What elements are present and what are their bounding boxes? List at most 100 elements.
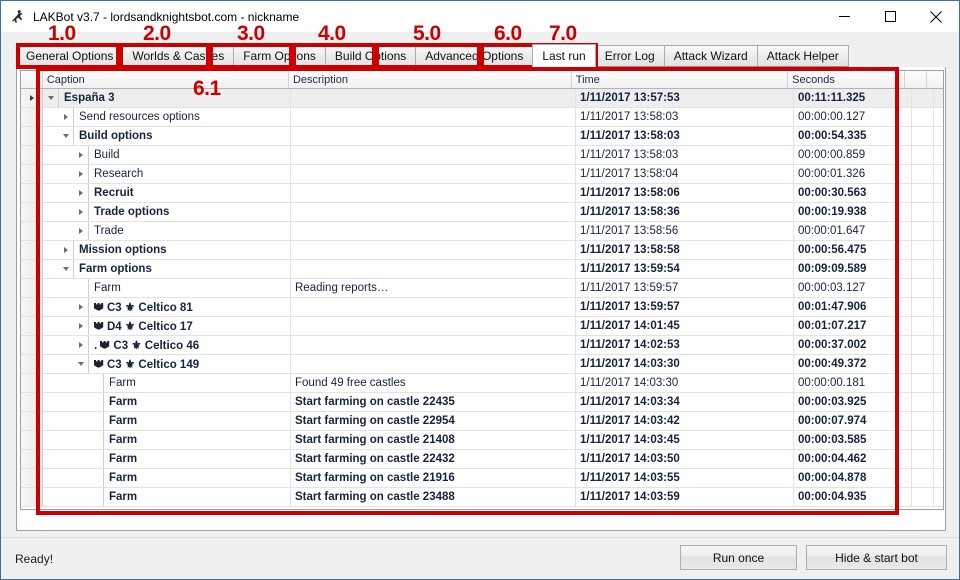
cell-time[interactable]: 1/11/2017 13:59:54 — [576, 260, 794, 279]
table-row[interactable]: Farm Start farming on castle 22954 1/11/20… — [21, 412, 943, 431]
tab-advanced-options[interactable]: Advanced Options — [415, 45, 534, 67]
cell-caption[interactable]: Build — [43, 146, 291, 165]
cell-description[interactable] — [291, 336, 576, 355]
cell-seconds[interactable]: 00:00:19.938 — [794, 203, 912, 222]
table-row[interactable]: Build options 1/11/2017 13:58:03 00:00:54.… — [21, 127, 943, 146]
cell-description[interactable] — [291, 260, 576, 279]
cell-time[interactable]: 1/11/2017 13:58:03 — [576, 146, 794, 165]
cell-time[interactable]: 1/11/2017 13:58:58 — [576, 241, 794, 260]
header-seconds[interactable]: Seconds — [788, 71, 906, 88]
tab-error-log[interactable]: Error Log — [594, 45, 665, 67]
log-tree-grid[interactable]: Caption Description Time Seconds España … — [20, 70, 944, 510]
cell-description[interactable] — [291, 146, 576, 165]
expand-toggle-icon[interactable] — [58, 241, 73, 259]
table-row[interactable]: Farm Start farming on castle 21916 1/11/20… — [21, 469, 943, 488]
cell-seconds[interactable]: 00:00:04.878 — [794, 469, 912, 488]
cell-caption[interactable]: Farm — [43, 469, 291, 488]
expand-toggle-icon[interactable] — [73, 222, 88, 240]
cell-time[interactable]: 1/11/2017 14:03:42 — [576, 412, 794, 431]
collapse-toggle-icon[interactable] — [43, 89, 58, 107]
maximize-button[interactable] — [867, 1, 913, 32]
expand-toggle-icon[interactable] — [73, 336, 88, 354]
cell-seconds[interactable]: 00:00:37.002 — [794, 336, 912, 355]
cell-time[interactable]: 1/11/2017 14:03:30 — [576, 355, 794, 374]
cell-description[interactable] — [291, 298, 576, 317]
cell-caption[interactable]: Farm — [43, 488, 291, 507]
cell-description[interactable] — [291, 184, 576, 203]
minimize-button[interactable] — [821, 1, 867, 32]
cell-description[interactable] — [291, 89, 576, 108]
cell-description[interactable] — [291, 317, 576, 336]
cell-seconds[interactable]: 00:09:09.589 — [794, 260, 912, 279]
row-indicator[interactable] — [21, 298, 43, 317]
tab-worlds-castles[interactable]: Worlds & Castles — [122, 45, 235, 67]
cell-caption[interactable]: Send resources options — [43, 108, 291, 127]
cell-caption[interactable]: Recruit — [43, 184, 291, 203]
cell-description[interactable]: Start farming on castle 23488 — [291, 488, 576, 507]
table-row[interactable]: Research 1/11/2017 13:58:04 00:00:01.326 — [21, 165, 943, 184]
cell-seconds[interactable]: 00:00:30.563 — [794, 184, 912, 203]
cell-time[interactable]: 1/11/2017 14:03:45 — [576, 431, 794, 450]
cell-description[interactable]: Reading reports… — [291, 279, 576, 298]
cell-seconds[interactable]: 00:11:11.325 — [794, 89, 912, 108]
row-indicator[interactable] — [21, 184, 43, 203]
row-indicator[interactable] — [21, 355, 43, 374]
cell-caption[interactable]: Farm — [43, 279, 291, 298]
cell-time[interactable]: 1/11/2017 13:59:57 — [576, 298, 794, 317]
cell-time[interactable]: 1/11/2017 14:01:45 — [576, 317, 794, 336]
table-row[interactable]: C3 ⚜ Celtico 81 1/11/2017 13:59:57 00:01:4… — [21, 298, 943, 317]
cell-caption[interactable]: Trade — [43, 222, 291, 241]
row-indicator[interactable] — [21, 108, 43, 127]
cell-caption[interactable]: D4 ⚜ Celtico 17 — [43, 317, 291, 336]
cell-seconds[interactable]: 00:00:01.647 — [794, 222, 912, 241]
table-row[interactable]: España 3 1/11/2017 13:57:53 00:11:11.325 — [21, 89, 943, 108]
cell-seconds[interactable]: 00:00:03.127 — [794, 279, 912, 298]
cell-caption[interactable]: España 3 — [43, 89, 291, 108]
expand-toggle-icon[interactable] — [73, 317, 88, 335]
table-row[interactable]: . C3 ⚜ Celtico 46 1/11/2017 14:02:53 00:00… — [21, 336, 943, 355]
cell-caption[interactable]: Research — [43, 165, 291, 184]
cell-caption[interactable]: . C3 ⚜ Celtico 46 — [43, 336, 291, 355]
cell-caption[interactable]: Build options — [43, 127, 291, 146]
cell-time[interactable]: 1/11/2017 14:03:50 — [576, 450, 794, 469]
row-indicator[interactable] — [21, 279, 43, 298]
hide-start-bot-button[interactable]: Hide & start bot — [806, 545, 947, 570]
collapse-toggle-icon[interactable] — [58, 260, 73, 278]
cell-seconds[interactable]: 00:00:04.935 — [794, 488, 912, 507]
cell-description[interactable] — [291, 165, 576, 184]
cell-seconds[interactable]: 00:00:00.859 — [794, 146, 912, 165]
cell-description[interactable]: Start farming on castle 22435 — [291, 393, 576, 412]
cell-description[interactable]: Start farming on castle 22954 — [291, 412, 576, 431]
expand-toggle-icon[interactable] — [58, 108, 73, 126]
expand-toggle-icon[interactable] — [73, 184, 88, 202]
cell-description[interactable] — [291, 127, 576, 146]
cell-seconds[interactable]: 00:00:03.925 — [794, 393, 912, 412]
table-row[interactable]: Farm Start farming on castle 22432 1/11/20… — [21, 450, 943, 469]
cell-time[interactable]: 1/11/2017 13:58:06 — [576, 184, 794, 203]
cell-time[interactable]: 1/11/2017 13:57:53 — [576, 89, 794, 108]
table-row[interactable]: Farm Start farming on castle 22435 1/11/20… — [21, 393, 943, 412]
cell-time[interactable]: 1/11/2017 14:03:59 — [576, 488, 794, 507]
cell-time[interactable]: 1/11/2017 13:58:56 — [576, 222, 794, 241]
cell-seconds[interactable]: 00:00:00.127 — [794, 108, 912, 127]
cell-description[interactable] — [291, 203, 576, 222]
tab-general-options[interactable]: General Options — [16, 45, 124, 67]
header-time[interactable]: Time — [571, 71, 789, 88]
cell-description[interactable] — [291, 222, 576, 241]
header-caption[interactable]: Caption — [42, 71, 289, 88]
cell-caption[interactable]: C3 ⚜ Celtico 81 — [43, 298, 291, 317]
cell-time[interactable]: 1/11/2017 13:58:03 — [576, 108, 794, 127]
expand-toggle-icon[interactable] — [73, 298, 88, 316]
table-row[interactable]: Trade options 1/11/2017 13:58:36 00:00:19.… — [21, 203, 943, 222]
run-once-button[interactable]: Run once — [680, 545, 797, 570]
tab-attack-helper[interactable]: Attack Helper — [756, 45, 849, 67]
row-indicator[interactable] — [21, 203, 43, 222]
table-row[interactable]: Build 1/11/2017 13:58:03 00:00:00.859 — [21, 146, 943, 165]
cell-seconds[interactable]: 00:01:07.217 — [794, 317, 912, 336]
cell-caption[interactable]: Farm options — [43, 260, 291, 279]
cell-time[interactable]: 1/11/2017 13:58:04 — [576, 165, 794, 184]
row-indicator[interactable] — [21, 260, 43, 279]
cell-caption[interactable]: Farm — [43, 431, 291, 450]
cell-caption[interactable]: Farm — [43, 412, 291, 431]
table-row[interactable]: Trade 1/11/2017 13:58:56 00:00:01.647 — [21, 222, 943, 241]
